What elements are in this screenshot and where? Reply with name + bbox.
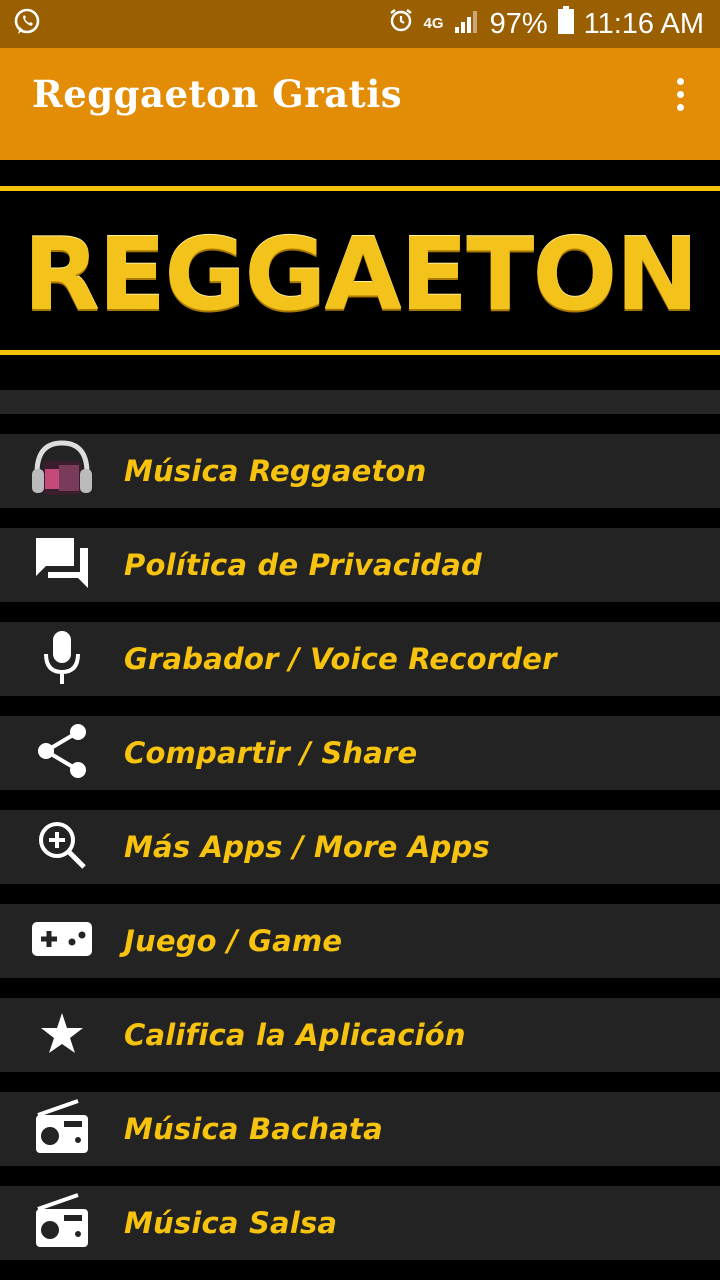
banner-top-line <box>0 186 720 191</box>
menu-item-game[interactable]: Juego / Game <box>0 904 720 978</box>
share-icon <box>36 723 88 784</box>
menu-item-label: Califica la Aplicación <box>124 1018 466 1052</box>
menu-item-share[interactable]: Compartir / Share <box>0 716 720 790</box>
menu-item-label: Música Bachata <box>124 1112 383 1146</box>
radio-icon <box>34 1192 90 1254</box>
app-title: Reggaeton Gratis <box>32 72 403 116</box>
menu-list: Música Reggaeton Política de Privacidad <box>0 434 720 1280</box>
clock: 11:16 AM <box>583 7 704 40</box>
menu-item-voice-recorder[interactable]: Grabador / Voice Recorder <box>0 622 720 696</box>
banner: REGGAETON <box>0 160 720 390</box>
menu-item-musica-reggaeton[interactable]: Música Reggaeton <box>0 434 720 508</box>
zoom-in-icon <box>37 820 87 875</box>
menu-item-label: Juego / Game <box>124 924 343 958</box>
menu-item-label: Política de Privacidad <box>124 548 482 582</box>
gamepad-icon <box>32 921 92 961</box>
signal-icon <box>454 8 480 41</box>
star-icon <box>40 1012 84 1059</box>
headphones-icon <box>29 439 95 504</box>
chat-bubbles-icon <box>34 536 90 595</box>
alarm-icon <box>388 7 414 41</box>
menu-item-label: Más Apps / More Apps <box>124 830 490 864</box>
menu-item-label: Música Salsa <box>124 1206 338 1240</box>
section-divider <box>0 390 720 414</box>
radio-icon <box>34 1098 90 1160</box>
menu-item-musica-salsa[interactable]: Música Salsa <box>0 1186 720 1260</box>
battery-percent: 97% <box>489 7 548 40</box>
menu-item-musica-bachata[interactable]: Música Bachata <box>0 1092 720 1166</box>
microphone-icon <box>42 630 82 689</box>
banner-bottom-line <box>0 350 720 355</box>
menu-item-label: Música Reggaeton <box>124 454 427 488</box>
battery-icon <box>557 6 574 42</box>
status-bar: 4G 97% 11:16 AM <box>0 0 720 48</box>
whatsapp-icon <box>12 7 42 42</box>
menu-item-privacy-policy[interactable]: Política de Privacidad <box>0 528 720 602</box>
menu-item-label: Grabador / Voice Recorder <box>124 642 557 676</box>
overflow-menu-icon[interactable] <box>669 70 692 119</box>
reggaeton-logo: REGGAETON <box>22 216 699 333</box>
menu-item-more-apps[interactable]: Más Apps / More Apps <box>0 810 720 884</box>
network-type-label: 4G <box>423 15 444 32</box>
menu-item-label: Compartir / Share <box>124 736 418 770</box>
menu-item-rate-app[interactable]: Califica la Aplicación <box>0 998 720 1072</box>
app-bar: Reggaeton Gratis <box>0 48 720 160</box>
